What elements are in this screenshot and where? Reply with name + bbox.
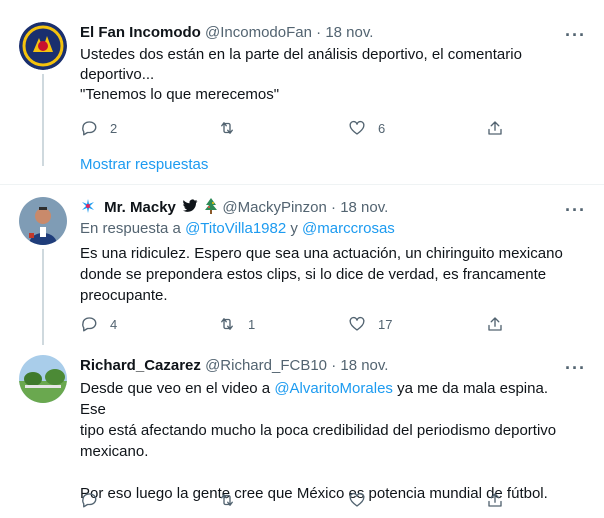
thread-line <box>42 74 44 166</box>
timestamp[interactable]: 18 nov. <box>340 199 388 216</box>
twitter-bird-icon <box>183 199 198 213</box>
like-icon <box>349 316 365 331</box>
replying-to: En respuesta a @TitoVilla1982 y @marccro… <box>80 220 395 237</box>
tweet-text-line: mexicano. <box>80 443 149 460</box>
share-icon <box>488 317 502 331</box>
retweet-icon <box>221 122 233 134</box>
tweet-header: El Fan Incomodo @IncomodoFan · 18 nov. <box>80 23 373 43</box>
like-count: 17 <box>378 316 393 332</box>
like-count: 6 <box>378 120 386 136</box>
reply-button[interactable]: 4 <box>80 314 117 334</box>
reply-button[interactable]: 2 <box>80 118 117 138</box>
separator-dot: · <box>316 24 322 41</box>
tweet-text-line: Es una ridiculez. Espero que sea una act… <box>80 245 563 262</box>
like-button[interactable]: 6 <box>348 118 385 138</box>
reply-icon <box>82 121 97 136</box>
separator-dot: · <box>331 199 337 216</box>
replying-to-and: y <box>286 220 303 237</box>
tweet-text-line: deportivo... <box>80 66 155 83</box>
user-handle[interactable]: @IncomodoFan <box>205 24 312 41</box>
sparkle-icon <box>80 198 96 214</box>
like-button[interactable]: 17 <box>348 314 392 334</box>
tweet-2[interactable]: Mr. Macky @MackyPinzon · 18 nov. ··· En … <box>0 185 604 345</box>
reply-icon <box>82 317 97 332</box>
tweet-text-line: preocupante. <box>80 287 168 304</box>
avatar[interactable] <box>19 197 67 245</box>
retweet-icon <box>221 494 233 506</box>
share-icon <box>488 121 502 135</box>
tweet-text-line: donde se prepondera estos clips, si lo d… <box>80 266 547 283</box>
tweet-1[interactable]: El Fan Incomodo @IncomodoFan · 18 nov. ·… <box>0 0 604 188</box>
like-icon <box>349 120 365 135</box>
tweet-text: Desde que veo en el video a @AlvaritoMor… <box>80 378 570 504</box>
mention-link[interactable]: @TitoVilla1982 <box>185 220 286 237</box>
retweet-button[interactable] <box>218 118 248 138</box>
like-button[interactable] <box>348 490 366 510</box>
user-handle[interactable]: @Richard_FCB10 <box>205 357 327 374</box>
tweet-text-line: tipo está afectando mucho la poca credib… <box>80 422 557 439</box>
avatar[interactable] <box>19 22 67 70</box>
tweet-3[interactable]: Richard_Cazarez @Richard_FCB10 · 18 nov.… <box>0 345 604 518</box>
display-name[interactable]: Richard_Cazarez <box>80 357 201 374</box>
tweet-text: Ustedes dos están en la parte del anális… <box>80 45 570 105</box>
retweet-count: 1 <box>248 316 256 332</box>
display-name[interactable]: Mr. Macky <box>104 199 176 216</box>
tweet-actions: 2 6 <box>80 118 520 138</box>
user-handle[interactable]: @MackyPinzon <box>222 199 326 216</box>
reply-icon <box>82 493 97 508</box>
tweet-text: Es una ridiculez. Espero que sea una act… <box>80 243 570 306</box>
thread-line <box>42 249 44 345</box>
like-icon <box>349 492 365 507</box>
tweet-text-line: "Tenemos lo que merecemos" <box>80 86 280 103</box>
tweet-header: Mr. Macky @MackyPinzon · 18 nov. <box>80 198 388 218</box>
reply-button[interactable] <box>80 490 98 510</box>
replying-to-prefix: En respuesta a <box>80 220 186 237</box>
tweet-text-line: Ustedes dos están en la parte del anális… <box>80 46 522 63</box>
timestamp[interactable]: 18 nov. <box>325 24 373 41</box>
reply-count: 2 <box>110 120 118 136</box>
share-icon <box>488 493 502 507</box>
mention-link[interactable]: @marccrosas <box>302 220 395 237</box>
share-button[interactable] <box>486 118 504 138</box>
separator-dot: · <box>331 357 337 374</box>
more-icon[interactable]: ··· <box>565 201 586 219</box>
timestamp[interactable]: 18 nov. <box>340 357 388 374</box>
more-icon[interactable]: ··· <box>565 26 586 44</box>
show-replies-link[interactable]: Mostrar respuestas <box>80 156 208 173</box>
share-button[interactable] <box>486 314 504 334</box>
display-name[interactable]: El Fan Incomodo <box>80 24 201 41</box>
christmas-tree-icon <box>204 198 218 214</box>
reply-count: 4 <box>110 316 118 332</box>
retweet-button[interactable] <box>218 490 236 510</box>
more-icon[interactable]: ··· <box>565 359 586 377</box>
mention-link[interactable]: @AlvaritoMorales <box>274 380 393 397</box>
avatar[interactable] <box>19 355 67 403</box>
tweet-text-line: Desde que veo en el video a @AlvaritoMor… <box>80 378 570 420</box>
retweet-icon <box>221 318 233 330</box>
tweet-header: Richard_Cazarez @Richard_FCB10 · 18 nov. <box>80 356 388 376</box>
tweet-actions <box>80 490 520 510</box>
tweet-text-segment: Desde que veo en el video a <box>80 380 275 397</box>
share-button[interactable] <box>486 490 504 510</box>
retweet-button[interactable]: 1 <box>218 314 255 334</box>
tweet-actions: 4 1 17 <box>80 314 520 334</box>
